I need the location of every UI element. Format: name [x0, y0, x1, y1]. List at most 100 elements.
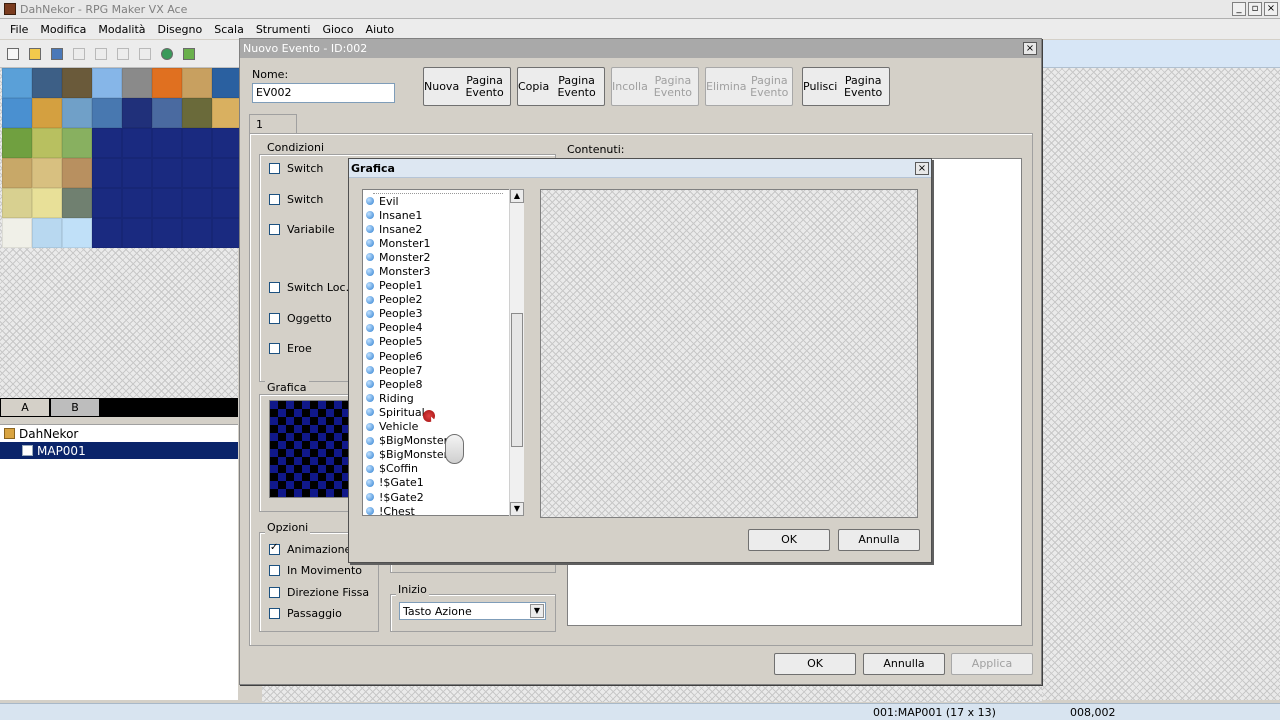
- tile-swatch[interactable]: [62, 158, 92, 188]
- cut-icon[interactable]: [70, 45, 88, 63]
- event-cancel-button[interactable]: Annulla: [863, 653, 945, 675]
- tile-swatch[interactable]: [182, 188, 212, 218]
- file-list-item[interactable]: People5: [363, 335, 523, 349]
- file-list-item[interactable]: $Coffin: [363, 462, 523, 476]
- event-dialog-close-icon[interactable]: ×: [1023, 42, 1037, 55]
- chevron-down-icon[interactable]: ▼: [530, 604, 544, 618]
- paste-icon[interactable]: [114, 45, 132, 63]
- file-list-item[interactable]: !$Gate1: [363, 476, 523, 490]
- menu-modifica[interactable]: Modifica: [34, 23, 92, 36]
- tile-swatch[interactable]: [152, 128, 182, 158]
- tile-swatch[interactable]: [32, 128, 62, 158]
- tile-swatch[interactable]: [32, 68, 62, 98]
- clear-page-button[interactable]: Pulisci Pagina Evento: [802, 67, 890, 106]
- delete-icon[interactable]: [136, 45, 154, 63]
- menu-disegno[interactable]: Disegno: [152, 23, 209, 36]
- event-ok-button[interactable]: OK: [774, 653, 856, 675]
- menu-modalita[interactable]: Modalità: [92, 23, 151, 36]
- layer-icon[interactable]: [180, 45, 198, 63]
- tile-swatch[interactable]: [2, 68, 32, 98]
- tile-swatch[interactable]: [2, 98, 32, 128]
- checkbox-box[interactable]: [269, 194, 280, 205]
- tile-swatch[interactable]: [62, 218, 92, 248]
- graphic-file-list[interactable]: Evil Insane1 Insane2 Monster1 Monster2 Monste…: [362, 189, 524, 516]
- checkbox-box[interactable]: [269, 542, 280, 555]
- tree-map[interactable]: MAP001: [0, 442, 238, 459]
- restore-button[interactable]: ▫: [1248, 2, 1262, 16]
- new-icon[interactable]: [4, 45, 22, 63]
- scroll-up-icon[interactable]: ▲: [510, 189, 524, 203]
- file-list-item[interactable]: People1: [363, 279, 523, 293]
- tile-swatch[interactable]: [212, 128, 242, 158]
- file-list-item[interactable]: !$Gate2: [363, 490, 523, 504]
- tile-swatch[interactable]: [152, 158, 182, 188]
- open-icon[interactable]: [26, 45, 44, 63]
- checkbox-box[interactable]: [269, 587, 280, 598]
- tile-swatch[interactable]: [152, 218, 182, 248]
- tile-swatch[interactable]: [62, 188, 92, 218]
- tile-swatch[interactable]: [2, 218, 32, 248]
- delete-page-button[interactable]: Elimina Pagina Evento: [705, 67, 793, 106]
- tile-swatch[interactable]: [212, 68, 242, 98]
- tile-swatch[interactable]: [122, 158, 152, 188]
- tile-swatch[interactable]: [122, 128, 152, 158]
- file-list-item[interactable]: People3: [363, 307, 523, 321]
- file-list-item[interactable]: Riding: [363, 391, 523, 405]
- tile-swatch[interactable]: [2, 158, 32, 188]
- trigger-select[interactable]: Tasto Azione ▼: [399, 602, 546, 620]
- checkbox-box[interactable]: [269, 608, 280, 619]
- tile-swatch[interactable]: [212, 188, 242, 218]
- file-list-item[interactable]: Spiritual: [363, 405, 523, 419]
- opt-animation-checkbox[interactable]: Animazione: [269, 542, 351, 556]
- scroll-thumb[interactable]: [511, 313, 523, 447]
- close-button[interactable]: ×: [1264, 2, 1278, 16]
- menu-aiuto[interactable]: Aiuto: [360, 23, 401, 36]
- menu-scala[interactable]: Scala: [208, 23, 250, 36]
- graphic-preview-area[interactable]: [540, 189, 918, 518]
- event-name-input[interactable]: EV002: [252, 83, 395, 103]
- file-list-item[interactable]: Vehicle: [363, 420, 523, 434]
- file-list-item[interactable]: People4: [363, 321, 523, 335]
- menu-strumenti[interactable]: Strumenti: [250, 23, 317, 36]
- file-list-item[interactable]: Monster3: [363, 264, 523, 278]
- cond-switch1-checkbox[interactable]: Switch: [269, 162, 323, 175]
- file-list-item[interactable]: Monster2: [363, 250, 523, 264]
- menu-file[interactable]: File: [4, 23, 34, 36]
- tile-swatch[interactable]: [182, 98, 212, 128]
- file-list-scrollbar[interactable]: ▲ ▼: [509, 189, 524, 516]
- tile-swatch[interactable]: [32, 98, 62, 128]
- tile-swatch[interactable]: [32, 218, 62, 248]
- graphic-preview[interactable]: [269, 400, 349, 498]
- tile-swatch[interactable]: [152, 98, 182, 128]
- copy-page-button[interactable]: Copia Pagina Evento: [517, 67, 605, 106]
- tile-swatch[interactable]: [212, 158, 242, 188]
- file-list-item[interactable]: Insane1: [363, 208, 523, 222]
- scroll-down-icon[interactable]: ▼: [510, 502, 524, 516]
- file-list-item[interactable]: People7: [363, 363, 523, 377]
- file-list-item[interactable]: $BigMonster2: [363, 448, 523, 462]
- tileset-tab-a[interactable]: A: [1, 399, 49, 416]
- tile-swatch[interactable]: [152, 68, 182, 98]
- tile-swatch[interactable]: [182, 68, 212, 98]
- checkbox-box[interactable]: [269, 565, 280, 576]
- tile-swatch[interactable]: [2, 128, 32, 158]
- tile-swatch[interactable]: [152, 188, 182, 218]
- file-list-item[interactable]: $BigMonster1: [363, 434, 523, 448]
- opt-through-checkbox[interactable]: Passaggio: [269, 607, 342, 620]
- cond-switch2-checkbox[interactable]: Switch: [269, 193, 323, 206]
- tile-swatch[interactable]: [182, 218, 212, 248]
- tile-swatch[interactable]: [182, 158, 212, 188]
- save-icon[interactable]: [48, 45, 66, 63]
- opt-direction-fix-checkbox[interactable]: Direzione Fissa: [269, 586, 369, 599]
- tile-swatch[interactable]: [212, 218, 242, 248]
- checkbox-box[interactable]: [269, 343, 280, 354]
- cond-item-checkbox[interactable]: Oggetto: [269, 312, 332, 325]
- graphic-ok-button[interactable]: OK: [748, 529, 830, 551]
- minimize-button[interactable]: _: [1232, 2, 1246, 16]
- tile-swatch[interactable]: [212, 98, 242, 128]
- file-list-item[interactable]: Insane2: [363, 222, 523, 236]
- cond-selfswitch-checkbox[interactable]: Switch Loc.: [269, 281, 349, 294]
- graphic-cancel-button[interactable]: Annulla: [838, 529, 920, 551]
- checkbox-box[interactable]: [269, 282, 280, 293]
- tile-swatch[interactable]: [122, 68, 152, 98]
